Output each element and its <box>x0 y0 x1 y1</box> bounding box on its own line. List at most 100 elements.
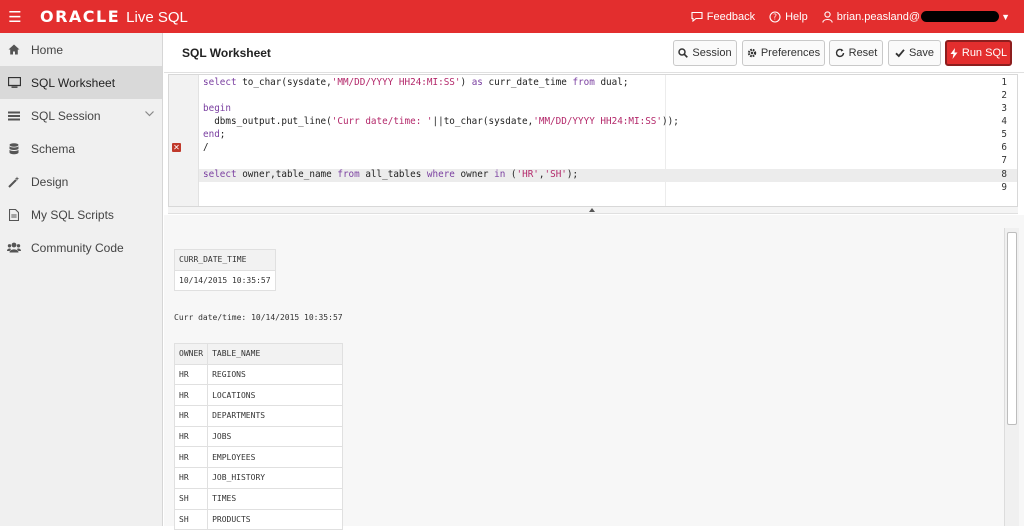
page-title: SQL Worksheet <box>182 46 271 60</box>
line-number: 9 <box>1001 182 1007 193</box>
sidebar-item-label: Community Code <box>31 240 124 255</box>
sidebar-item-sql-worksheet[interactable]: SQL Worksheet <box>0 66 162 99</box>
code-line: dbms_output.put_line('Curr date/time: '|… <box>203 116 679 127</box>
sidebar: Home SQL Worksheet SQL Session Schema De… <box>0 33 163 526</box>
preferences-label: Preferences <box>760 47 821 59</box>
table-cell: 10/14/2015 10:35:57 <box>174 269 276 292</box>
table-cell: HR <box>173 363 209 386</box>
code-line: begin <box>203 103 231 114</box>
table-cell: HR <box>173 446 209 469</box>
table-cell: DEPARTMENTS <box>207 405 343 427</box>
save-button[interactable]: Save <box>888 40 941 66</box>
check-icon <box>895 49 905 58</box>
line-number: 4 <box>1001 116 1007 127</box>
line-number: 1 <box>1001 77 1007 88</box>
speech-bubble-icon <box>691 11 703 22</box>
table-cell: HR <box>173 425 209 448</box>
help-link[interactable]: ? Help <box>769 11 808 23</box>
user-icon <box>821 10 833 23</box>
table-row: SH TIMES <box>173 487 343 510</box>
line-number: 6 <box>1001 142 1007 153</box>
column-header: CURR_DATE_TIME <box>174 249 276 271</box>
line-number: 3 <box>1001 103 1007 114</box>
svg-text:?: ? <box>773 12 777 21</box>
chevron-down-icon[interactable] <box>145 109 154 120</box>
sidebar-item-label: Home <box>31 42 64 57</box>
sql-editor[interactable]: 1 2 3 4 5 ✕ 6 7 8 9 select to_char(sysda… <box>168 74 1018 207</box>
sidebar-item-schema[interactable]: Schema <box>0 132 162 165</box>
reset-label: Reset <box>848 47 878 59</box>
run-sql-label: Run SQL <box>961 47 1008 59</box>
table-cell: SH <box>173 508 209 530</box>
product-name: Live SQL <box>126 9 188 26</box>
reset-icon <box>835 48 844 58</box>
table-cell: HR <box>173 467 209 489</box>
table-header-row: OWNER TABLE_NAME <box>173 343 343 365</box>
code-line: select owner,table_name from all_tables … <box>203 169 579 180</box>
feedback-label: Feedback <box>706 10 756 23</box>
table-row: HR LOCATIONS <box>173 384 343 407</box>
lightning-bolt-icon <box>950 47 958 59</box>
sidebar-item-label: Design <box>31 174 69 189</box>
error-marker-icon[interactable]: ✕ <box>172 143 181 152</box>
top-bar: ☰ ORACLE Live SQL Feedback ? Help brian.… <box>0 0 1024 33</box>
sidebar-item-label: Schema <box>31 141 76 156</box>
sidebar-item-sql-session[interactable]: SQL Session <box>0 99 162 132</box>
hamburger-menu-icon[interactable]: ☰ <box>0 0 30 33</box>
scrollbar-thumb[interactable] <box>1007 232 1017 425</box>
table-row: HR EMPLOYEES <box>173 446 343 469</box>
result-table-curr-date-time: CURR_DATE_TIME 10/14/2015 10:35:57 <box>174 249 276 292</box>
line-number: 5 <box>1001 129 1007 140</box>
table-cell: SH <box>173 487 209 510</box>
table-cell: LOCATIONS <box>207 384 343 407</box>
preferences-button[interactable]: Preferences <box>742 40 825 66</box>
table-cell: EMPLOYEES <box>207 446 343 469</box>
dbms-output-text: Curr date/time: 10/14/2015 10:35:57 <box>174 313 343 322</box>
editor-gutter <box>169 75 199 206</box>
redacted-email <box>921 11 1000 22</box>
user-menu[interactable]: brian.peasland@ ▼ <box>821 10 1024 23</box>
run-sql-button[interactable]: Run SQL <box>945 40 1012 66</box>
column-header: OWNER <box>173 343 209 365</box>
reset-button[interactable]: Reset <box>829 40 883 66</box>
feedback-link[interactable]: Feedback <box>691 11 755 23</box>
wand-icon <box>7 175 21 189</box>
table-cell: TIMES <box>207 487 343 510</box>
sidebar-item-my-sql-scripts[interactable]: My SQL Scripts <box>0 198 162 231</box>
results-scrollbar[interactable] <box>1004 228 1019 526</box>
line-number: 2 <box>1001 90 1007 101</box>
help-label: Help <box>785 10 808 23</box>
line-number: 8 <box>1001 169 1007 180</box>
save-label: Save <box>908 47 935 59</box>
table-row: 10/14/2015 10:35:57 <box>174 269 276 292</box>
code-line: end; <box>203 129 226 140</box>
sidebar-item-home[interactable]: Home <box>0 33 162 66</box>
gear-icon <box>747 48 757 58</box>
editor-splitter[interactable] <box>168 207 1018 214</box>
oracle-live-sql-logo[interactable]: ORACLE Live SQL <box>40 7 188 26</box>
table-cell: JOBS <box>207 425 343 448</box>
help-circle-icon: ? <box>769 10 781 23</box>
table-row: SH PRODUCTS <box>173 508 343 530</box>
monitor-icon <box>7 76 21 90</box>
session-button[interactable]: Session <box>673 40 737 66</box>
sidebar-item-community-code[interactable]: Community Code <box>0 231 162 264</box>
home-icon <box>7 43 21 57</box>
table-cell: REGIONS <box>207 363 343 386</box>
search-icon <box>678 48 689 58</box>
sidebar-item-label: My SQL Scripts <box>31 207 114 222</box>
caret-down-icon[interactable]: ▼ <box>1001 12 1010 22</box>
column-header: TABLE_NAME <box>207 343 343 365</box>
sidebar-item-label: SQL Worksheet <box>31 75 116 90</box>
worksheet-header: SQL Worksheet Session Preferences Reset … <box>164 33 1024 73</box>
sidebar-item-design[interactable]: Design <box>0 165 162 198</box>
sidebar-item-label: SQL Session <box>31 108 101 123</box>
session-label: Session <box>692 47 732 59</box>
code-line: select to_char(sysdate,'MM/DD/YYYY HH24:… <box>203 77 629 88</box>
database-icon <box>7 142 21 156</box>
oracle-wordmark: ORACLE <box>40 7 121 26</box>
document-icon <box>7 208 21 222</box>
result-table-owner-tables: OWNER TABLE_NAME HR REGIONS HR LOCATIONS H… <box>173 343 343 530</box>
table-row: HR JOBS <box>173 425 343 448</box>
collapse-arrow-icon[interactable] <box>589 208 595 212</box>
